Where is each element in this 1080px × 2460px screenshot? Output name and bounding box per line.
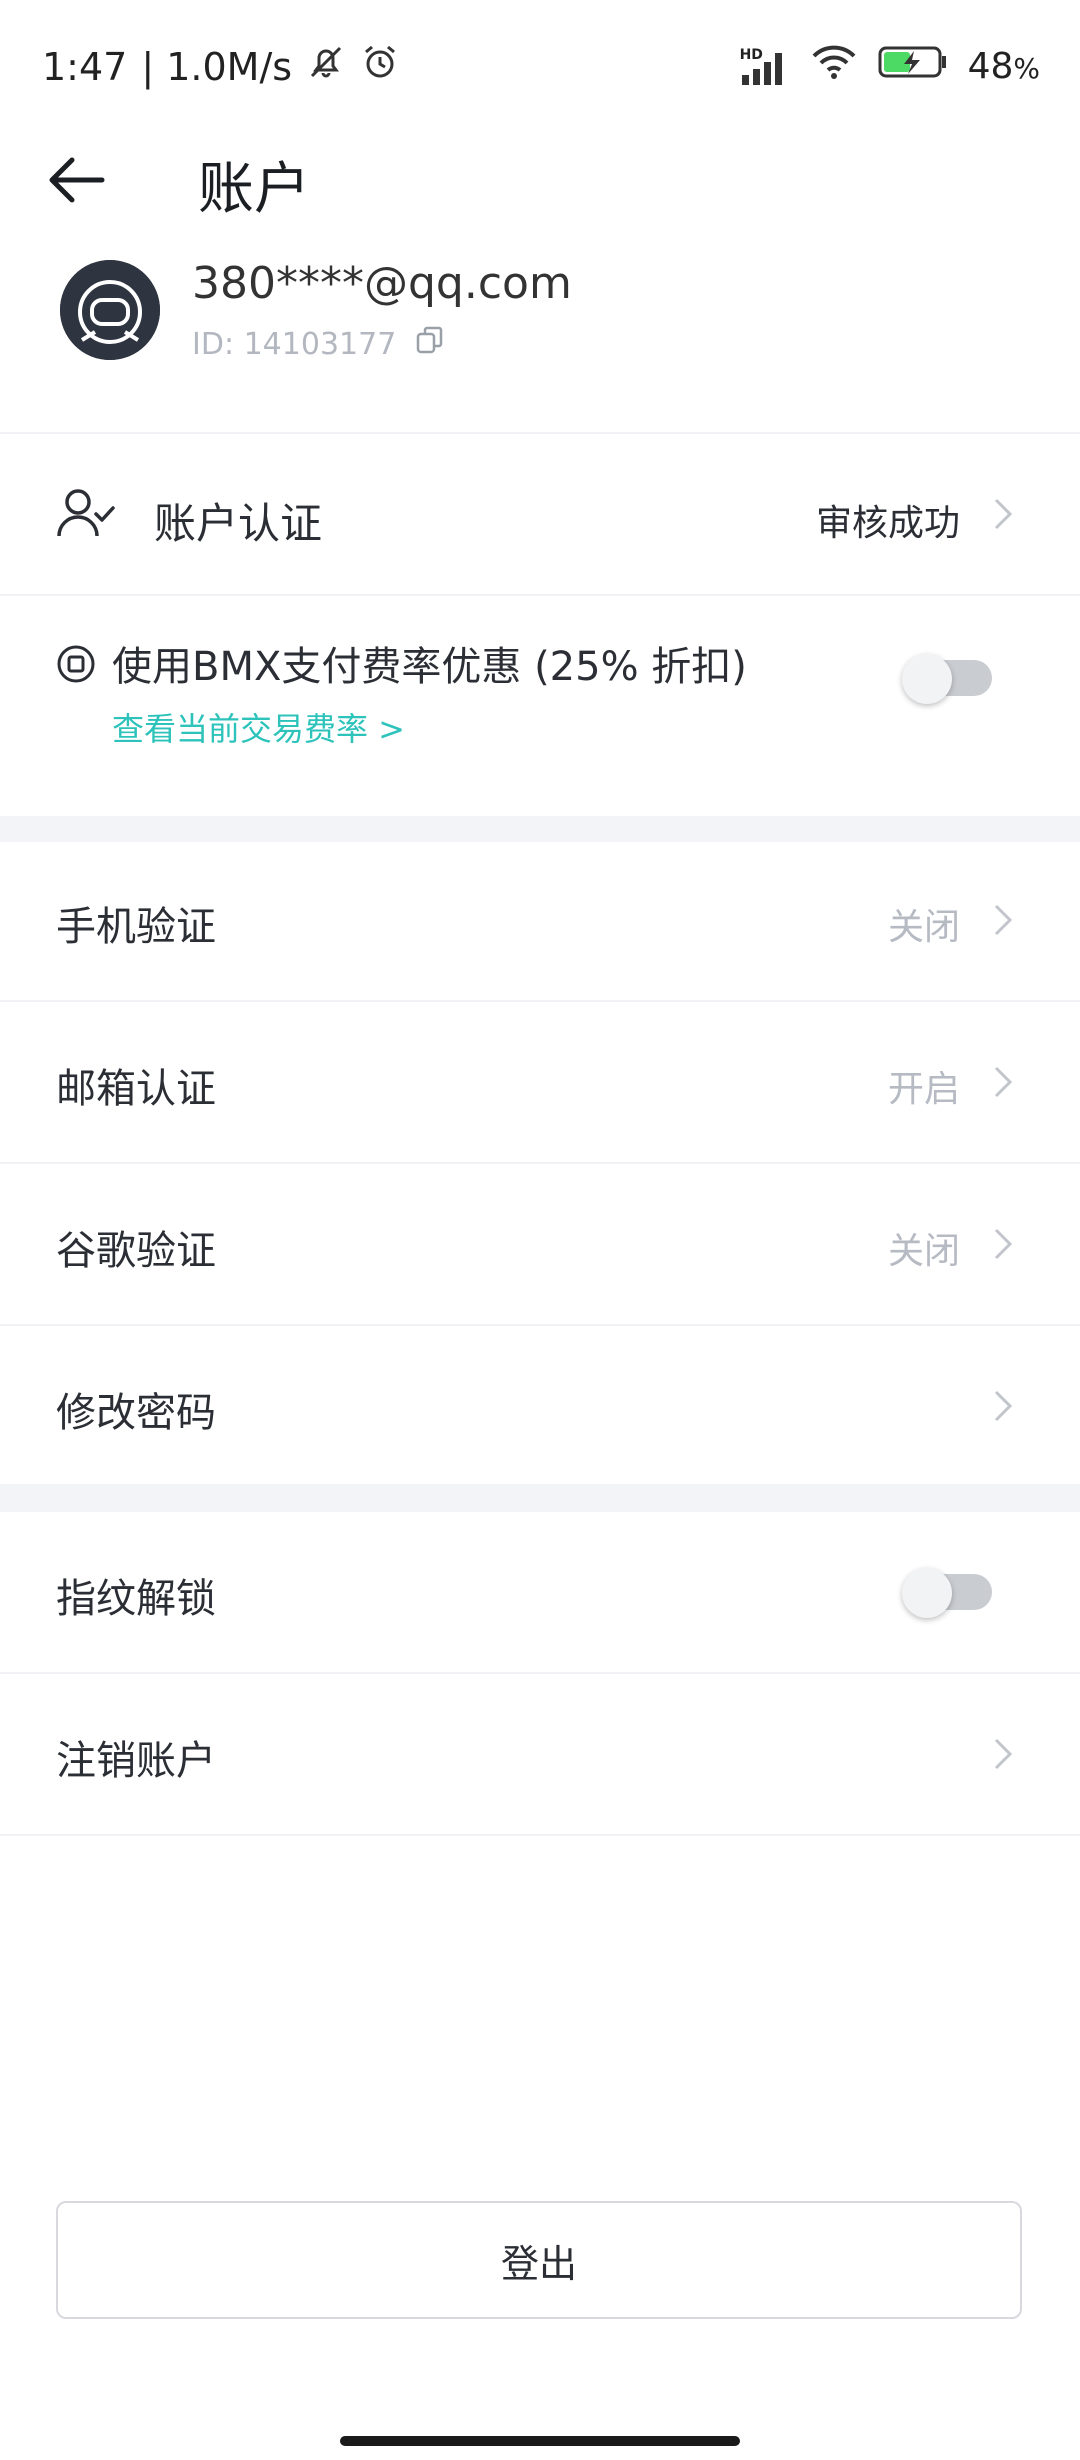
chevron-right-icon <box>992 496 1014 532</box>
email-verification-label: 邮箱认证 <box>56 1066 216 1112</box>
mute-bell-icon <box>306 42 346 91</box>
change-password-row[interactable]: 修改密码 <box>0 1326 1080 1484</box>
back-button[interactable] <box>44 150 114 210</box>
account-email: 380****@qq.com <box>192 258 572 309</box>
bmx-discount-label: 使用BMX支付费率优惠 (25% 折扣) <box>112 644 747 690</box>
status-time: 1:47 <box>42 44 128 89</box>
home-indicator[interactable] <box>340 2436 740 2446</box>
status-left: 1:47 | 1.0M/s <box>42 42 400 91</box>
view-fee-rate-link[interactable]: 查看当前交易费率 > <box>112 704 405 750</box>
app-header: 账户 <box>0 130 1080 230</box>
account-verification-status: 审核成功 <box>815 503 960 544</box>
battery-level: 48% <box>967 46 1040 87</box>
email-verification-status: 开启 <box>887 1069 960 1110</box>
status-bar: 1:47 | 1.0M/s HD 48% <box>0 0 1080 130</box>
chevron-right-icon <box>992 1388 1014 1424</box>
arrow-left-icon <box>49 157 105 203</box>
divider <box>0 1834 1080 1836</box>
profile-card: 380****@qq.com ID: 14103177 <box>0 240 1080 430</box>
avatar <box>60 260 160 360</box>
astronaut-avatar-icon <box>60 260 160 360</box>
bmx-discount-row: 使用BMX支付费率优惠 (25% 折扣) 查看当前交易费率 > <box>0 596 1080 816</box>
wifi-icon <box>810 42 858 91</box>
chevron-right-icon <box>992 1226 1014 1262</box>
fingerprint-unlock-toggle[interactable] <box>902 1568 994 1618</box>
signal-icon: HD <box>740 47 790 87</box>
user-check-icon <box>56 486 116 546</box>
section-gap <box>0 816 1080 842</box>
copy-icon[interactable] <box>414 324 446 364</box>
status-net-speed: | 1.0M/s <box>141 44 293 89</box>
page-title: 账户 <box>198 157 310 222</box>
alarm-icon <box>360 42 400 91</box>
chevron-right-icon <box>992 902 1014 938</box>
bmx-discount-toggle[interactable] <box>902 654 994 704</box>
fingerprint-unlock-row: 指纹解锁 <box>0 1512 1080 1672</box>
target-icon <box>56 644 96 684</box>
google-auth-label: 谷歌验证 <box>56 1228 216 1274</box>
cancel-account-row[interactable]: 注销账户 <box>0 1674 1080 1834</box>
uid-row: ID: 14103177 <box>192 324 446 364</box>
status-right: HD 48% <box>740 42 1040 91</box>
section-gap <box>0 1484 1080 1512</box>
battery-icon <box>878 44 948 89</box>
chevron-right-icon <box>992 1736 1014 1772</box>
toggle-knob <box>902 654 952 704</box>
email-verification-row[interactable]: 邮箱认证 开启 <box>0 1002 1080 1162</box>
google-auth-row[interactable]: 谷歌验证 关闭 <box>0 1164 1080 1324</box>
phone-verification-status: 关闭 <box>887 907 960 948</box>
cancel-account-label: 注销账户 <box>56 1738 216 1784</box>
account-uid: ID: 14103177 <box>192 326 397 362</box>
google-auth-status: 关闭 <box>887 1231 960 1272</box>
chevron-right-icon <box>992 1064 1014 1100</box>
phone-verification-row[interactable]: 手机验证 关闭 <box>0 842 1080 1000</box>
phone-verification-label: 手机验证 <box>56 904 216 950</box>
logout-button[interactable]: 登出 <box>56 2201 1022 2319</box>
change-password-label: 修改密码 <box>56 1390 216 1436</box>
account-verification-row[interactable]: 账户认证 审核成功 <box>0 434 1080 594</box>
fingerprint-unlock-label: 指纹解锁 <box>56 1576 216 1622</box>
toggle-knob <box>902 1568 952 1618</box>
account-verification-label: 账户认证 <box>154 499 323 548</box>
